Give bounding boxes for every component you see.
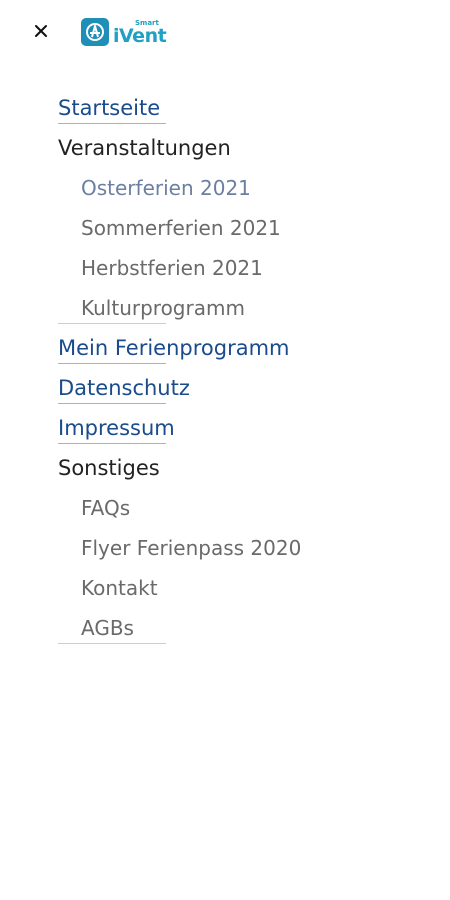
menu-item-label: Sommerferien 2021 — [81, 216, 281, 240]
menu-item-startseite[interactable]: Startseite — [58, 88, 418, 128]
menu-item-osterferien-2021[interactable]: Osterferien 2021 — [58, 168, 418, 208]
menu-item-label: Osterferien 2021 — [81, 176, 251, 200]
menu-item-agbs[interactable]: AGBs — [58, 608, 418, 648]
menu-item-datenschutz[interactable]: Datenschutz — [58, 368, 418, 408]
menu-item-mein-ferienprogramm[interactable]: Mein Ferienprogramm — [58, 328, 418, 368]
menu-item-label: FAQs — [81, 496, 131, 520]
menu-item-label: Flyer Ferienpass 2020 — [81, 536, 302, 560]
close-button[interactable] — [30, 20, 52, 42]
drawer-header: Smart iVent — [0, 0, 450, 64]
menu-item-impressum[interactable]: Impressum — [58, 408, 418, 448]
menu-section-label: Veranstaltungen — [58, 136, 231, 160]
navigation-drawer: Smart iVent Startseite Veranstaltungen O… — [0, 0, 450, 900]
menu-item-label: Herbstferien 2021 — [81, 256, 263, 280]
logo-text: Smart iVent — [113, 18, 167, 47]
ivent-logo-icon — [81, 18, 109, 46]
menu-item-label: Mein Ferienprogramm — [58, 336, 290, 360]
menu-item-kontakt[interactable]: Kontakt — [58, 568, 418, 608]
menu-item-label: Startseite — [58, 96, 161, 120]
menu-item-label: Kulturprogramm — [81, 296, 245, 320]
close-icon — [35, 25, 47, 37]
menu-item-label: AGBs — [81, 616, 134, 640]
menu-section-label: Sonstiges — [58, 456, 160, 480]
menu-item-kulturprogramm[interactable]: Kulturprogramm — [58, 288, 418, 328]
menu-item-label: Kontakt — [81, 576, 158, 600]
main-menu: Startseite Veranstaltungen Osterferien 2… — [58, 88, 418, 648]
menu-item-flyer-ferienpass-2020[interactable]: Flyer Ferienpass 2020 — [58, 528, 418, 568]
menu-item-herbstferien-2021[interactable]: Herbstferien 2021 — [58, 248, 418, 288]
menu-section-veranstaltungen: Veranstaltungen — [58, 128, 418, 168]
app-logo[interactable]: Smart iVent — [81, 18, 167, 47]
logo-word: iVent — [113, 25, 167, 47]
menu-item-faqs[interactable]: FAQs — [58, 488, 418, 528]
menu-item-label: Impressum — [58, 416, 175, 440]
menu-item-sommerferien-2021[interactable]: Sommerferien 2021 — [58, 208, 418, 248]
menu-item-label: Datenschutz — [58, 376, 190, 400]
menu-section-sonstiges: Sonstiges — [58, 448, 418, 488]
